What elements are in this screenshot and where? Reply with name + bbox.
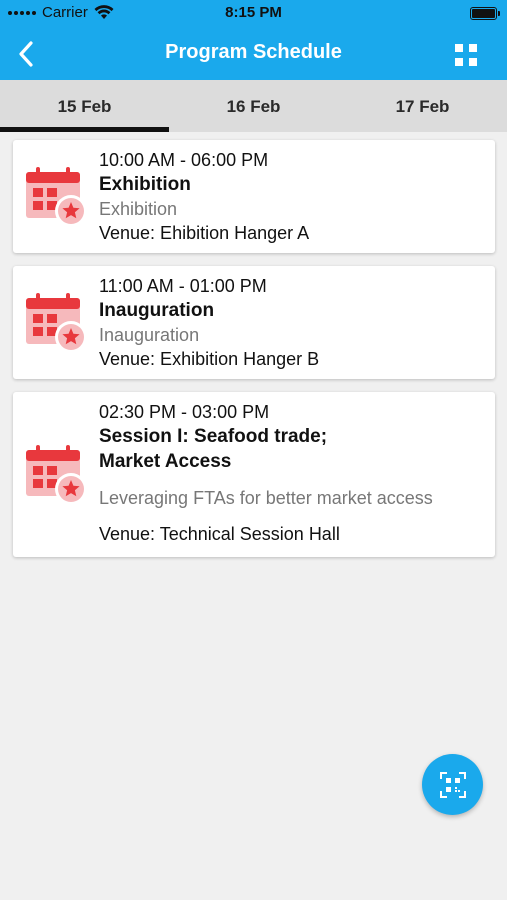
tab-16-feb[interactable]: 16 Feb	[169, 80, 338, 132]
tab-15-feb[interactable]: 15 Feb	[0, 80, 169, 132]
page-title: Program Schedule	[165, 41, 342, 63]
date-tabs: 15 Feb 16 Feb 17 Feb	[0, 80, 507, 132]
event-venue: Venue: Exhibition Hanger B	[99, 349, 320, 369]
event-card[interactable]: 02:30 PM - 03:00 PM Session I: Seafood t…	[13, 392, 495, 557]
event-time: 02:30 PM - 03:00 PM	[99, 402, 270, 422]
event-card[interactable]: 11:00 AM - 01:00 PM Inauguration Inaugur…	[13, 266, 495, 379]
calendar-star-icon	[26, 167, 87, 227]
grid-icon	[455, 44, 463, 52]
event-card[interactable]: 10:00 AM - 06:00 PM Exhibition Exhibitio…	[13, 140, 495, 253]
event-venue: Venue: Technical Session Hall	[99, 524, 340, 544]
battery-icon	[470, 7, 500, 20]
status-bar: Carrier 8:15 PM	[0, 0, 507, 28]
qr-scan-button[interactable]	[422, 754, 483, 815]
tab-17-feb[interactable]: 17 Feb	[338, 80, 507, 132]
event-venue: Venue: Ehibition Hanger A	[99, 223, 310, 243]
event-title: Inauguration	[99, 300, 215, 321]
grid-menu-button[interactable]	[455, 44, 477, 66]
event-subtitle: Inauguration	[99, 325, 200, 345]
event-time: 10:00 AM - 06:00 PM	[99, 150, 269, 170]
event-title: Session I: Seafood trade;	[99, 426, 328, 447]
event-subtitle: Exhibition	[99, 199, 178, 219]
calendar-star-icon	[26, 293, 87, 353]
status-time: 8:15 PM	[225, 4, 282, 21]
event-title: Exhibition	[99, 174, 191, 195]
nav-bar: Program Schedule	[0, 28, 507, 80]
event-title-continued: Market Access	[99, 451, 232, 472]
qr-scan-icon	[439, 771, 466, 798]
calendar-star-icon	[26, 445, 87, 505]
event-subtitle: Leveraging FTAs for better market access	[99, 488, 433, 508]
event-time: 11:00 AM - 01:00 PM	[99, 276, 267, 296]
